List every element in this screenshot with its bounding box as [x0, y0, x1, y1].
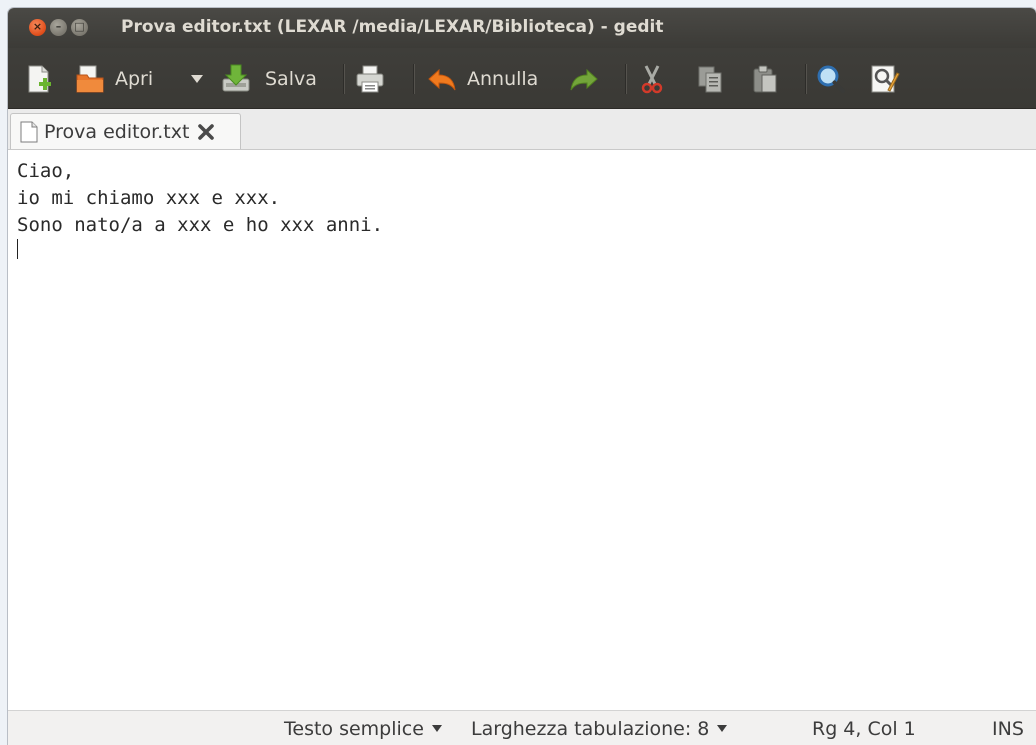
cursor-position: Rg 4, Col 1: [812, 718, 916, 740]
search-icon: [817, 65, 845, 93]
toolbar-separator: [413, 64, 414, 94]
toolbar-separator: [805, 64, 806, 94]
chevron-down-icon: [191, 75, 203, 83]
close-icon: ×: [32, 20, 43, 33]
open-button[interactable]: Apri: [74, 62, 153, 96]
cut-button[interactable]: [636, 62, 668, 96]
editor-line: Ciao,: [17, 160, 75, 182]
find-replace-icon: [871, 65, 900, 93]
undo-button[interactable]: Annulla: [426, 62, 538, 96]
chevron-down-icon: [717, 725, 728, 732]
save-button[interactable]: Salva: [220, 62, 317, 96]
maximize-icon: □: [74, 20, 85, 33]
status-bar: Testo semplice Larghezza tabulazione: 8 …: [8, 710, 1036, 745]
copy-button[interactable]: [694, 62, 726, 96]
redo-button[interactable]: [568, 62, 600, 96]
maximize-window-button[interactable]: □: [71, 19, 88, 36]
document-tab-bar: Prova editor.txt: [8, 109, 1036, 150]
toolbar: Apri Salva Annulla: [8, 48, 1036, 109]
gedit-window: × – □ Prova editor.txt (LEXAR /media/LEX…: [8, 8, 1036, 745]
text-editor-area[interactable]: Ciao, io mi chiamo xxx e xxx. Sono nato/…: [8, 150, 1036, 711]
find-replace-button[interactable]: [868, 62, 900, 96]
undo-icon: [428, 68, 456, 91]
toolbar-separator: [343, 64, 344, 94]
cut-icon: [641, 65, 663, 94]
copy-icon: [698, 66, 722, 93]
search-button[interactable]: [815, 62, 847, 96]
insert-mode-indicator: INS: [992, 718, 1024, 740]
save-label: Salva: [265, 68, 317, 90]
paste-button[interactable]: [749, 62, 781, 96]
editor-line: Sono nato/a a xxx e ho xxx anni.: [17, 214, 384, 236]
chevron-down-icon: [431, 725, 442, 732]
close-window-button[interactable]: ×: [29, 19, 46, 36]
minimize-icon: –: [55, 20, 62, 33]
title-bar[interactable]: × – □ Prova editor.txt (LEXAR /media/LEX…: [8, 8, 1036, 48]
tab-width-selector[interactable]: Larghezza tabulazione: 8: [471, 718, 728, 740]
new-document-icon: [28, 65, 51, 93]
toolbar-separator: [625, 64, 626, 94]
print-icon: [356, 65, 384, 93]
save-icon: [222, 64, 250, 92]
language-selector[interactable]: Testo semplice: [284, 718, 442, 740]
print-button[interactable]: [354, 62, 386, 96]
editor-line: io mi chiamo xxx e xxx.: [17, 187, 281, 209]
tab-width-label: Larghezza tabulazione: 8: [471, 718, 710, 740]
redo-icon: [570, 68, 598, 91]
language-label: Testo semplice: [284, 718, 424, 740]
undo-label: Annulla: [467, 68, 539, 90]
tab-label: Prova editor.txt: [44, 120, 190, 143]
minimize-window-button[interactable]: –: [50, 19, 67, 36]
open-recent-dropdown[interactable]: [191, 62, 203, 96]
close-tab-icon[interactable]: [197, 123, 215, 141]
window-title: Prova editor.txt (LEXAR /media/LEXAR/Bib…: [121, 17, 664, 37]
tab-prova-editor[interactable]: Prova editor.txt: [10, 113, 241, 149]
open-label: Apri: [115, 68, 154, 90]
text-file-icon: [20, 121, 38, 142]
paste-icon: [753, 65, 777, 93]
open-file-icon: [76, 65, 104, 93]
text-cursor: [17, 239, 18, 259]
new-document-button[interactable]: [22, 62, 54, 96]
